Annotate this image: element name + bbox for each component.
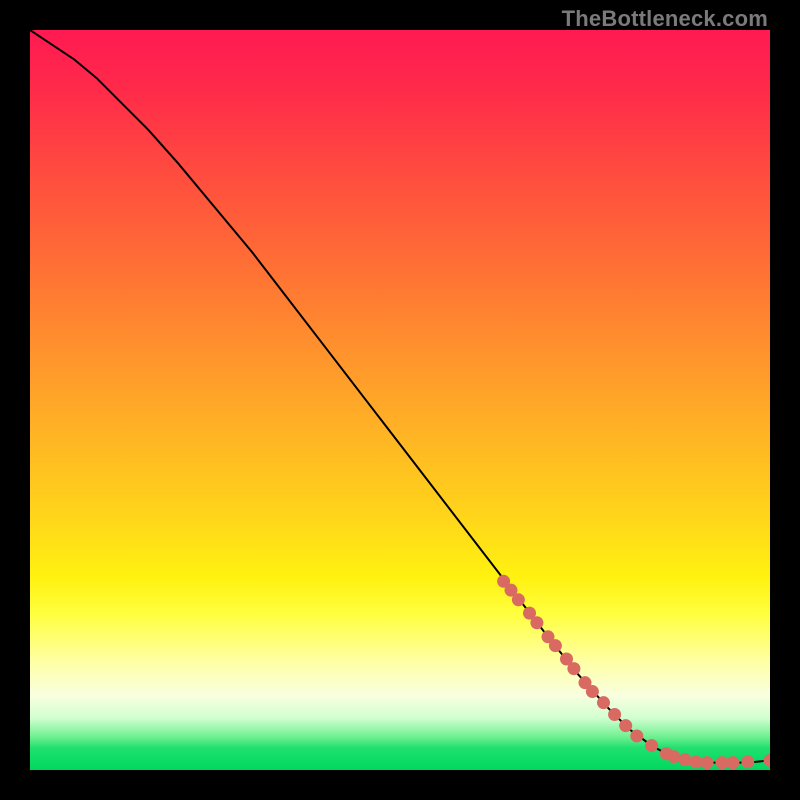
data-marker <box>530 616 543 629</box>
data-marker <box>512 593 525 606</box>
data-marker <box>630 729 643 742</box>
data-marker <box>608 708 621 721</box>
bottleneck-curve <box>30 30 770 763</box>
data-marker <box>597 696 610 709</box>
data-marker <box>586 685 599 698</box>
data-marker <box>619 719 632 732</box>
data-marker <box>690 755 703 768</box>
data-marker <box>701 756 714 769</box>
data-marker <box>764 754 771 767</box>
data-marker <box>741 755 754 768</box>
data-marker <box>567 662 580 675</box>
chart-frame: TheBottleneck.com <box>0 0 800 800</box>
plot-area <box>30 30 770 770</box>
data-marker <box>645 739 658 752</box>
data-marker <box>727 756 740 769</box>
watermark-text: TheBottleneck.com <box>562 6 768 32</box>
data-marker <box>715 756 728 769</box>
chart-overlay <box>30 30 770 770</box>
data-marker <box>678 753 691 766</box>
data-marker <box>549 639 562 652</box>
data-marker <box>667 750 680 763</box>
